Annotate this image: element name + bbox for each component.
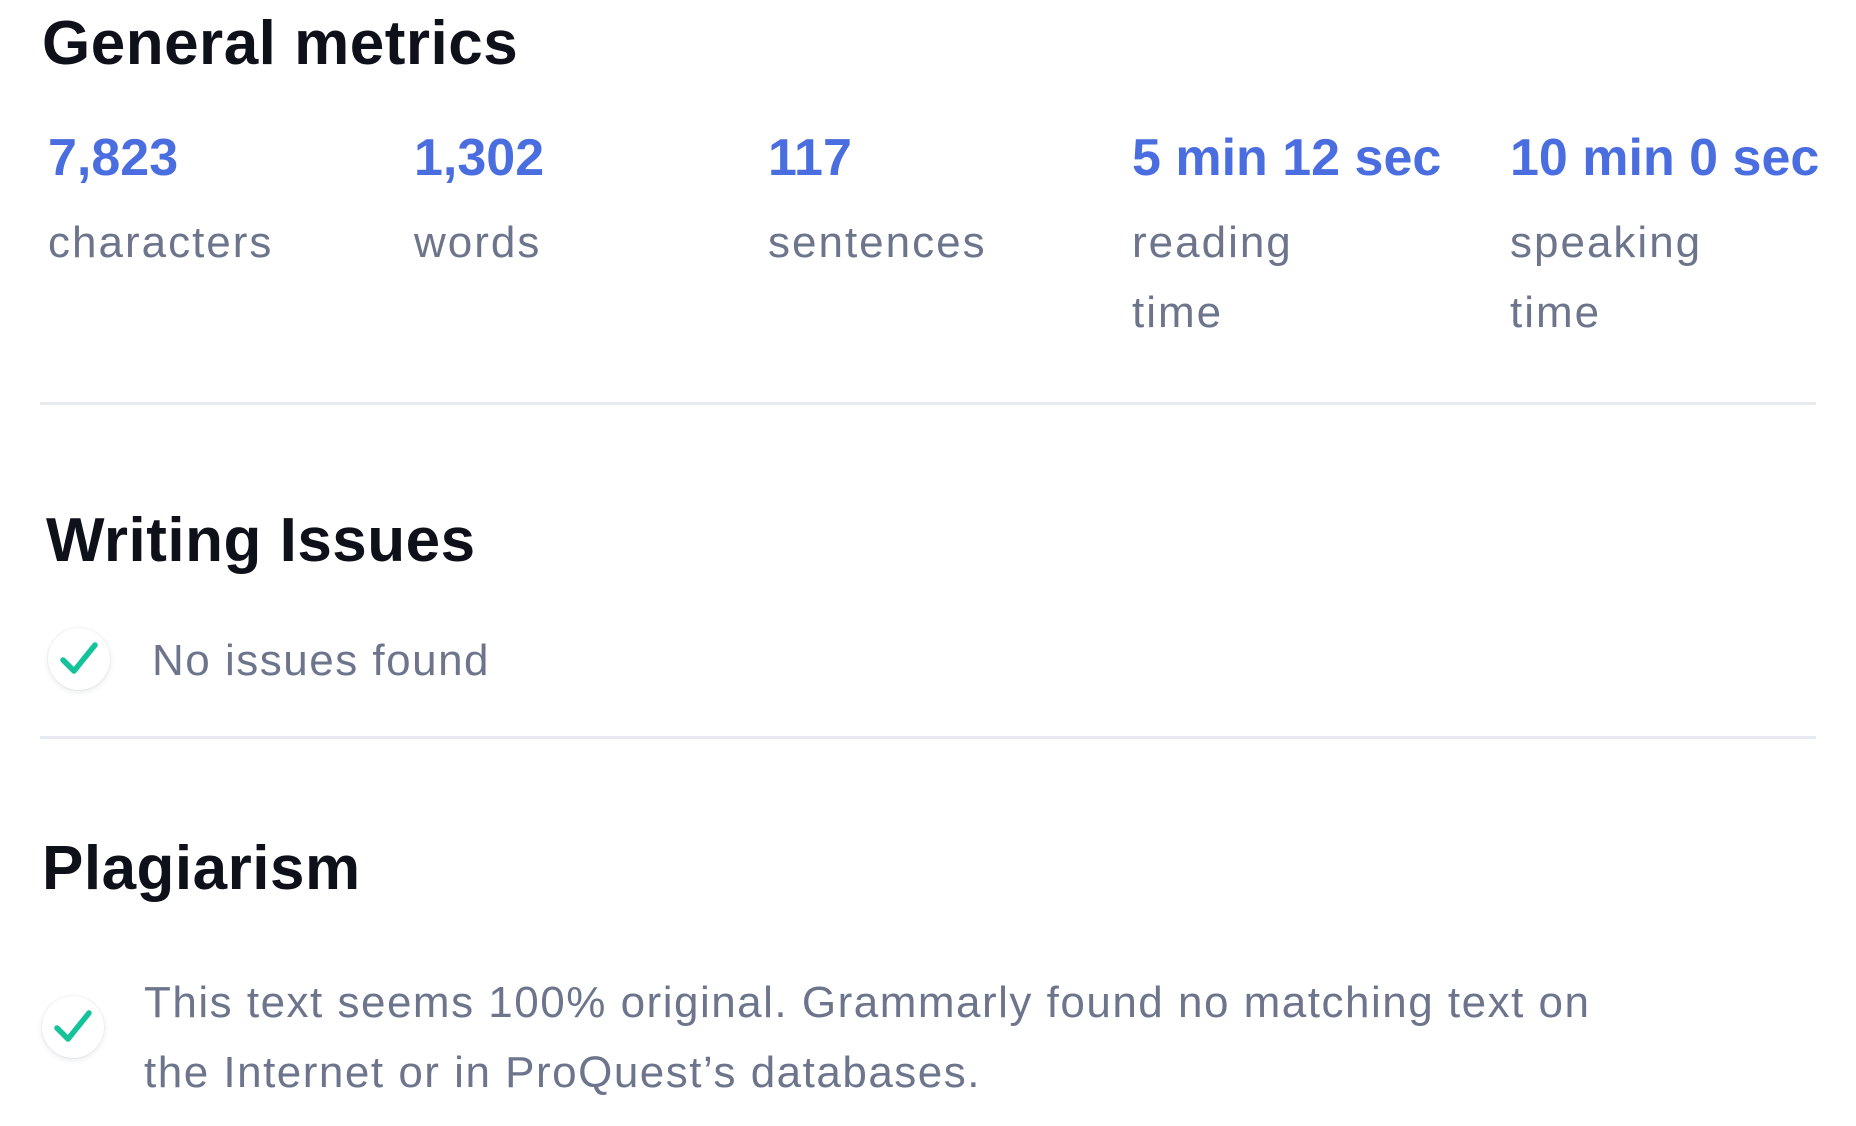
- plagiarism-status: This text seems 100% original. Grammarly…: [42, 978, 1644, 1108]
- plagiarism-title: Plagiarism: [42, 834, 361, 903]
- metric-characters: 7,823 characters: [48, 128, 348, 278]
- metric-label: sentences: [768, 218, 987, 267]
- metric-reading-time: 5 min 12 sec reading time: [1132, 128, 1441, 348]
- general-metrics-title: General metrics: [42, 9, 519, 78]
- writing-issues-status-text: No issues found: [152, 636, 491, 685]
- metric-label: reading time: [1132, 218, 1293, 337]
- metric-label: words: [414, 218, 542, 267]
- metric-label: speaking time: [1510, 218, 1703, 337]
- metric-speaking-time: 10 min 0 sec speaking time: [1510, 128, 1819, 348]
- metric-value: 7,823: [48, 129, 179, 187]
- checkmark-icon: [42, 996, 104, 1058]
- metric-words: 1,302 words: [414, 128, 674, 278]
- metric-value: 10 min 0 sec: [1510, 129, 1820, 187]
- checkmark-icon: [48, 628, 110, 690]
- section-divider: [40, 736, 1816, 739]
- metric-value: 117: [768, 129, 852, 187]
- section-divider: [40, 402, 1816, 405]
- writing-issues-title: Writing Issues: [46, 506, 476, 575]
- writing-issues-status: No issues found: [48, 628, 490, 696]
- plagiarism-status-text: This text seems 100% original. Grammarly…: [144, 978, 1591, 1097]
- metric-sentences: 117 sentences: [768, 128, 1098, 278]
- metric-value: 5 min 12 sec: [1132, 129, 1442, 187]
- metric-label: characters: [48, 218, 274, 267]
- metric-value: 1,302: [414, 129, 545, 187]
